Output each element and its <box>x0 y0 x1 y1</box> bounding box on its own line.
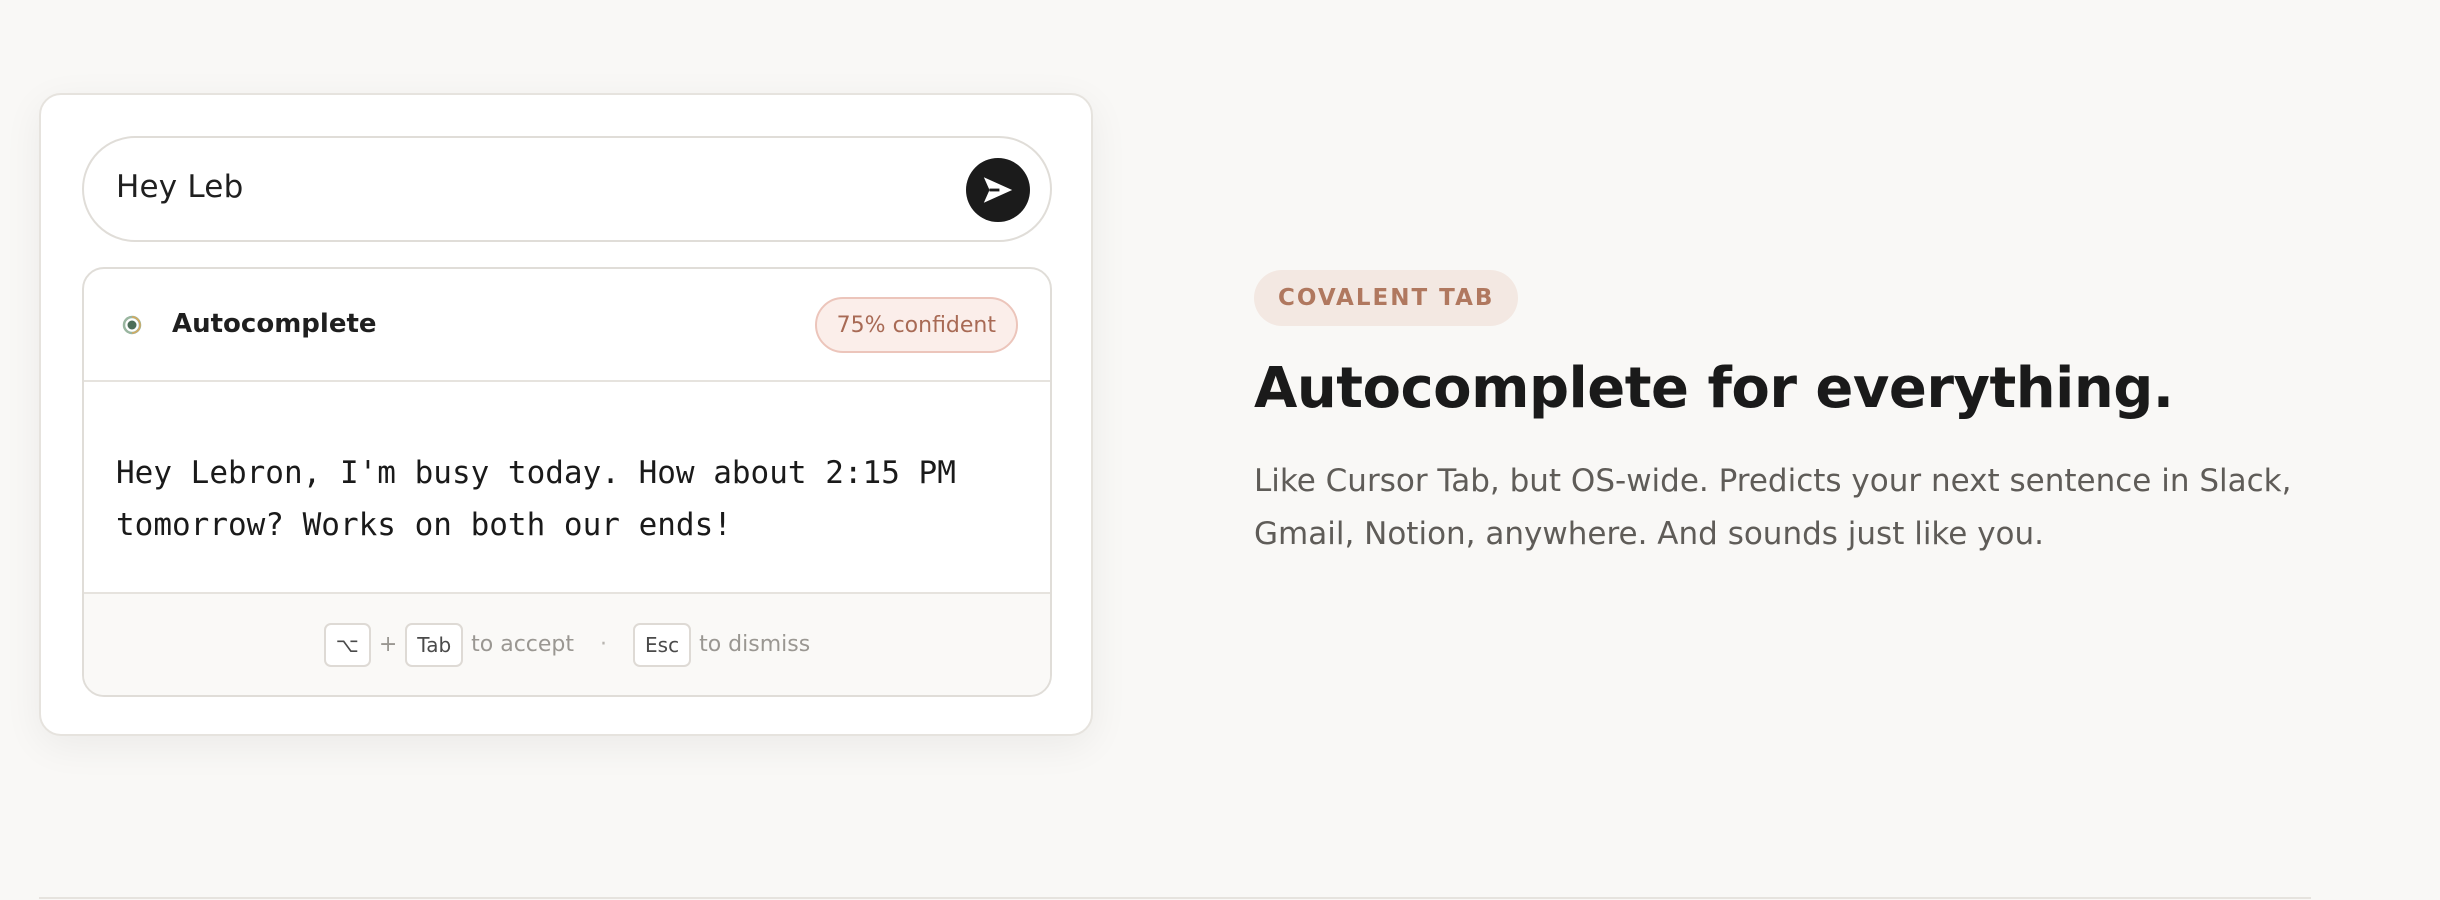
section-divider <box>39 897 2311 899</box>
message-input-value[interactable]: Hey Leb <box>116 169 243 205</box>
covalent-logo-icon <box>122 315 142 335</box>
option-key: ⌥ <box>323 622 371 667</box>
suggestion-footer: ⌥ + Tab to accept · Esc to dismiss <box>84 592 1050 695</box>
dismiss-hint: to dismiss <box>699 632 811 657</box>
suggestion-text: Hey Lebron, I'm busy today. How about 2:… <box>116 455 956 543</box>
feature-headline: Autocomplete for everything. <box>1254 356 2174 421</box>
send-button[interactable] <box>966 158 1030 222</box>
accept-hint: to accept <box>471 632 575 657</box>
autocomplete-suggestion-panel: Autocomplete 75% confident Hey Lebron, I… <box>82 267 1052 697</box>
message-input[interactable]: Hey Leb <box>82 136 1052 242</box>
autocomplete-demo-card: Hey Leb Autocomplete 75% confident Hey L… <box>39 93 1093 736</box>
plus-sign: + <box>378 632 398 657</box>
feature-description: Like Cursor Tab, but OS-wide. Predicts y… <box>1254 463 2292 552</box>
suggestion-title: Autocomplete <box>172 309 377 339</box>
tab-key: Tab <box>405 622 464 667</box>
suggestion-header: Autocomplete 75% confident <box>84 269 1050 382</box>
hint-separator: · <box>600 632 608 657</box>
esc-key: Esc <box>633 622 692 667</box>
send-icon <box>983 177 1013 203</box>
feature-tag: COVALENT TAB <box>1254 270 1519 326</box>
confidence-badge: 75% confident <box>814 297 1018 353</box>
